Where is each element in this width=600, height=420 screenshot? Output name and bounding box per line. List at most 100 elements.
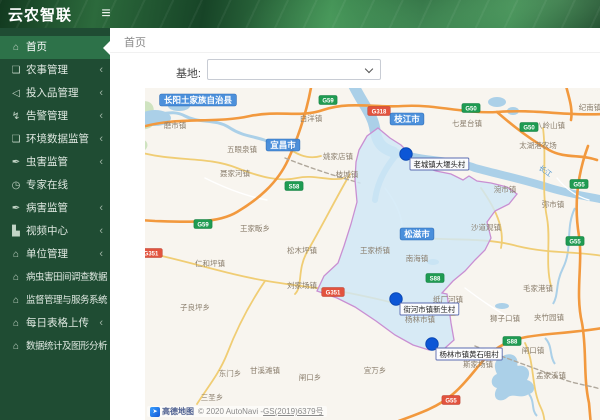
sidebar-item-video-center[interactable]: ▙ 视频中心 ‹ — [0, 220, 110, 243]
lightning-icon: ↯ — [11, 111, 21, 122]
town-label: 甘溪滩镇 — [250, 365, 280, 375]
sidebar-item-field-survey-data[interactable]: ⌂ 病虫害田间调查数据 ‹ — [0, 266, 110, 289]
sidebar-item-label: 每日表格上传 — [26, 317, 89, 329]
sidebar-item-label: 监督管理与服务系统 — [26, 295, 108, 306]
sidebar-item-label: 投入品管理 — [26, 87, 79, 99]
sidebar-item-label: 虫害监管 — [26, 156, 68, 168]
town-label: 松木坪镇 — [287, 245, 317, 255]
town-label: 三圣乡 — [201, 393, 224, 402]
base-select[interactable] — [207, 59, 381, 80]
chart-icon: ▙ — [12, 226, 20, 237]
license-link[interactable]: GS(2019)6379号 — [263, 406, 323, 417]
town-label: 弥市镇 — [542, 199, 565, 209]
town-label: 斯家场镇 — [463, 359, 493, 369]
town-label: 枝城镇 — [336, 169, 359, 179]
base-filter-row: 基地: — [110, 52, 600, 92]
home-icon: ⌂ — [12, 318, 20, 329]
sidebar-item-insect-monitor[interactable]: ✒ 虫害监管 ‹ — [0, 151, 110, 174]
road-badge-label: G351 — [145, 251, 159, 257]
sidebar-item-label: 首页 — [26, 41, 47, 53]
town-label: 夹竹园镇 — [534, 312, 564, 322]
town-label: 仁和坪镇 — [195, 258, 225, 268]
sidebar-item-label: 专家在线 — [26, 179, 68, 191]
chevron-left-icon: ‹ — [99, 317, 103, 329]
city-label: 长阳土家族自治县 — [164, 95, 233, 105]
chevron-left-icon: ‹ — [99, 133, 103, 145]
sidebar-item-daily-upload[interactable]: ⌂ 每日表格上传 ‹ — [0, 312, 110, 335]
sidebar-item-label: 单位管理 — [26, 248, 68, 260]
sidebar-item-unit-mgmt[interactable]: ⌂ 单位管理 ‹ — [0, 243, 110, 266]
sidebar-item-disease-monitor[interactable]: ✒ 病害监管 ‹ — [0, 197, 110, 220]
chevron-left-icon: ‹ — [99, 340, 103, 352]
town-label: 宜万乡 — [364, 365, 387, 375]
home-icon: ⌂ — [12, 341, 20, 352]
road-badge-label: G351 — [326, 290, 341, 296]
main-content: 首页 基地: 磨市镇 五眼泉镇 聂家河镇 白洋镇 姚家店镇 枝城镇 王家畈乡 松… — [110, 28, 600, 420]
sidebar-item-expert-online[interactable]: ◷ 专家在线 — [0, 174, 110, 197]
town-label: 王家畈乡 — [240, 223, 270, 233]
town-label: 五眼泉镇 — [227, 144, 257, 154]
town-label: 狮子口镇 — [490, 313, 520, 323]
sidebar-item-supervision-service[interactable]: ⌂ 监督管理与服务系统 ‹ — [0, 289, 110, 312]
town-label: 闸口镇 — [522, 345, 545, 355]
chevron-left-icon: ‹ — [99, 271, 103, 283]
chevron-left-icon: ‹ — [99, 156, 103, 168]
sidebar-item-home[interactable]: ⌂ 首页 — [0, 36, 110, 59]
sidebar-item-label: 环境数据监管 — [26, 133, 89, 145]
home-icon: ⌂ — [12, 249, 20, 260]
town-label: 磨市镇 — [164, 120, 187, 130]
road-badge-label: G55 — [445, 398, 457, 404]
town-label: 沙道观镇 — [471, 222, 501, 232]
sidebar-item-alert-mgmt[interactable]: ↯ 告警管理 ‹ — [0, 105, 110, 128]
town-label: 纸厂河镇 — [433, 294, 463, 304]
base-label: 基地: — [175, 68, 201, 80]
road-badge-label: G55 — [573, 182, 585, 188]
sidebar-item-label: 病虫害田间调查数据 — [26, 272, 108, 283]
amap-logo-icon: ➤ — [150, 406, 160, 417]
amap-logo-text: 高德地图 — [162, 407, 194, 416]
sidebar: ⌂ 首页 ❏ 农事管理 ‹ ◁ 投入品管理 ‹ ↯ 告警管理 ‹ ❏ 环境数据监管 ‹ ✒… — [0, 28, 110, 420]
town-label: 白洋镇 — [300, 113, 323, 123]
pin-icon: ✒ — [11, 203, 21, 214]
town-label: 涴市镇 — [494, 184, 517, 194]
app-header: 云农智联 ≡ — [0, 0, 600, 28]
town-label: 七星台镇 — [452, 118, 482, 128]
marker-label[interactable]: 街河市镇新生村 — [404, 305, 456, 314]
map[interactable]: 磨市镇 五眼泉镇 聂家河镇 白洋镇 姚家店镇 枝城镇 王家畈乡 松木坪镇 仁和坪镇 刘家场镇 子良坪… — [145, 88, 600, 420]
chevron-left-icon: ‹ — [99, 294, 103, 306]
town-label: 刘家场镇 — [287, 280, 317, 290]
sidebar-item-env-data[interactable]: ❏ 环境数据监管 ‹ — [0, 128, 110, 151]
marker-label[interactable]: 老城镇大堰头村 — [414, 160, 466, 169]
town-label: 南海镇 — [406, 253, 429, 263]
sidebar-item-label: 数据统计及图形分析 — [26, 341, 108, 352]
road-badge-label: G59 — [322, 98, 334, 104]
sidebar-item-label: 告警管理 — [26, 110, 68, 122]
hamburger-icon[interactable]: ≡ — [94, 1, 118, 27]
app-title: 云农智联 — [8, 7, 73, 24]
town-label: 纪南镇 — [579, 102, 600, 112]
road-badge-label: G50 — [523, 125, 535, 131]
city-label: 松滋市 — [404, 229, 430, 239]
sidebar-item-farming-mgmt[interactable]: ❏ 农事管理 ‹ — [0, 59, 110, 82]
breadcrumb[interactable]: 首页 — [124, 34, 146, 50]
town-label: 孟家溪镇 — [536, 370, 566, 380]
town-label: 东门乡 — [219, 368, 242, 378]
sidebar-item-label: 视频中心 — [26, 225, 68, 237]
chevron-left-icon: ‹ — [99, 64, 103, 76]
town-label: 杨林市镇 — [405, 314, 435, 324]
town-label: 太湖港农场 — [519, 140, 557, 150]
road-badge-label: S88 — [430, 276, 441, 282]
town-label: 王家桥镇 — [360, 245, 390, 255]
chevron-left-icon: ‹ — [99, 87, 103, 99]
marker-label[interactable]: 杨林市镇黄石咀村 — [440, 350, 500, 359]
copyright-text: © 2020 AutoNavi - — [198, 407, 264, 416]
town-label: 毛家港镇 — [523, 283, 553, 293]
sidebar-item-data-stats[interactable]: ⌂ 数据统计及图形分析 ‹ — [0, 335, 110, 358]
globe-icon: ◷ — [11, 180, 21, 191]
sidebar-item-label: 病害监管 — [26, 202, 68, 214]
home-icon: ⌂ — [12, 272, 20, 283]
sidebar-item-input-goods-mgmt[interactable]: ◁ 投入品管理 ‹ — [0, 82, 110, 105]
town-label: 聂家河镇 — [220, 168, 250, 178]
town-label: 八岭山镇 — [535, 120, 565, 130]
town-label: 闸口乡 — [299, 373, 322, 382]
